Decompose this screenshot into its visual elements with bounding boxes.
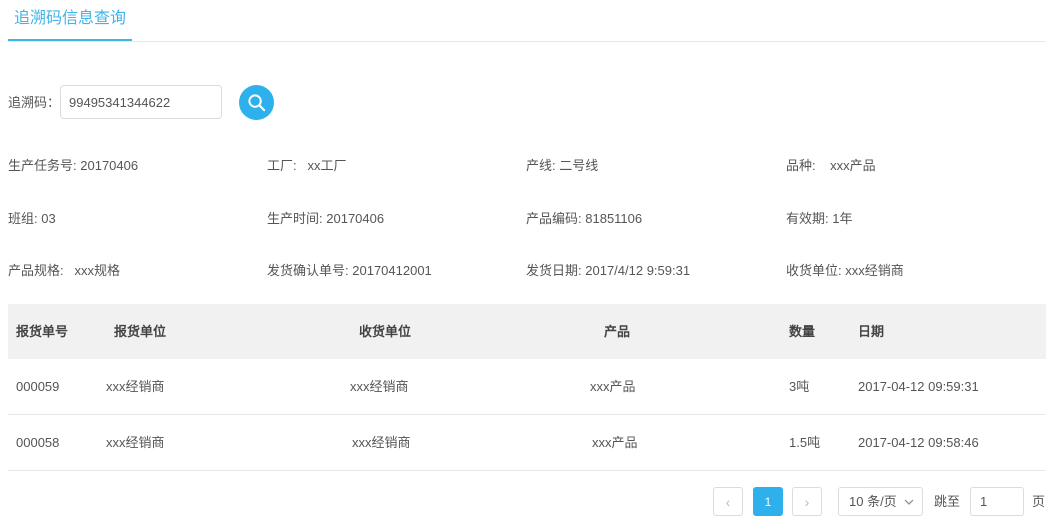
info-label: 有效期: [786, 211, 829, 226]
search-button[interactable] [239, 85, 274, 120]
info-item: 班组: 03 [8, 201, 56, 237]
info-value: 20170406 [326, 211, 385, 226]
info-value: xx工厂 [307, 158, 347, 173]
table-cell: xxx经销商 [352, 435, 411, 450]
info-value: 20170412001 [352, 263, 432, 278]
info-item: 收货单位: xxx经销商 [786, 253, 904, 289]
table-cell: 000058 [16, 435, 60, 450]
search-icon [248, 94, 266, 112]
info-value: xxx经销商 [845, 263, 904, 278]
column-header[interactable]: 报货单位 [114, 304, 166, 359]
info-label: 班组: [8, 211, 38, 226]
jump-page-input[interactable] [970, 487, 1024, 516]
tab-trace-query[interactable]: 追溯码信息查询 [8, 0, 132, 41]
info-item: 产线: 二号线 [526, 148, 598, 184]
info-value: 1年 [832, 211, 853, 226]
table-cell: xxx产品 [592, 435, 638, 450]
chevron-left-icon: ‹ [725, 493, 731, 510]
table-row[interactable]: 000058 xxx经销商 xxx经销商 xxx产品 1.5吨 2017-04-… [8, 415, 1046, 471]
tab-bar: 追溯码信息查询 [8, 0, 1046, 42]
info-label: 产线: [526, 158, 556, 173]
info-value: xxx规格 [74, 263, 120, 278]
info-item: 品种: xxx产品 [786, 148, 876, 184]
info-value: 二号线 [559, 158, 599, 173]
column-header[interactable]: 产品 [604, 304, 630, 359]
table-cell: 2017-04-12 09:58:46 [858, 435, 979, 450]
page-suffix-label: 页 [1032, 494, 1046, 509]
info-item: 生产时间: 20170406 [267, 201, 384, 237]
page-button-current[interactable]: 1 [753, 487, 783, 516]
page-size-value: 10 条/页 [849, 494, 897, 509]
info-value: 20170406 [80, 158, 139, 173]
info-label: 工厂: [267, 158, 297, 173]
order-table: 报货单号 报货单位 收货单位 产品 数量 日期 000059 xxx经销商 xx… [8, 304, 1046, 471]
trace-code-input[interactable] [60, 85, 222, 119]
trace-code-label: 追溯码： [8, 95, 61, 110]
info-item: 生产任务号: 20170406 [8, 148, 138, 184]
info-label: 品种: [786, 158, 816, 173]
prev-page-button[interactable]: ‹ [713, 487, 743, 516]
table-cell: xxx经销商 [106, 435, 165, 450]
table-row[interactable]: 000059 xxx经销商 xxx经销商 xxx产品 3吨 2017-04-12… [8, 359, 1046, 415]
info-item: 产品编码: 81851106 [526, 201, 642, 237]
info-item: 产品规格: xxx规格 [8, 253, 120, 289]
table-cell: 000059 [16, 379, 60, 394]
info-value: 03 [41, 211, 56, 226]
chevron-down-icon [904, 499, 914, 505]
column-header[interactable]: 收货单位 [359, 304, 411, 359]
table-header: 报货单号 报货单位 收货单位 产品 数量 日期 [8, 304, 1046, 359]
next-page-button[interactable]: › [792, 487, 822, 516]
info-label: 发货确认单号: [267, 263, 349, 278]
table-cell: 2017-04-12 09:59:31 [858, 379, 979, 394]
table-cell: xxx经销商 [350, 379, 409, 394]
jump-label: 跳至 [934, 494, 961, 509]
info-label: 产品编码: [526, 211, 582, 226]
column-header[interactable]: 报货单号 [16, 304, 68, 359]
column-header[interactable]: 日期 [858, 304, 884, 359]
info-value: 2017/4/12 9:59:31 [585, 263, 691, 278]
table-cell: xxx产品 [590, 379, 636, 394]
info-item: 发货日期: 2017/4/12 9:59:31 [526, 253, 690, 289]
page-size-select[interactable]: 10 条/页 [838, 487, 923, 516]
info-item: 发货确认单号: 20170412001 [267, 253, 432, 289]
info-label: 生产时间: [267, 211, 323, 226]
table-cell: xxx经销商 [106, 379, 165, 394]
table-cell: 3吨 [789, 379, 810, 394]
column-header[interactable]: 数量 [789, 304, 815, 359]
info-label: 生产任务号: [8, 158, 77, 173]
info-label: 收货单位: [786, 263, 842, 278]
info-value: xxx产品 [830, 158, 876, 173]
info-label: 发货日期: [526, 263, 582, 278]
info-item: 工厂: xx工厂 [267, 148, 346, 184]
table-cell: 1.5吨 [789, 435, 821, 450]
info-value: 81851106 [585, 211, 643, 226]
chevron-right-icon: › [804, 493, 810, 510]
info-item: 有效期: 1年 [786, 201, 852, 237]
info-label: 产品规格: [8, 263, 64, 278]
